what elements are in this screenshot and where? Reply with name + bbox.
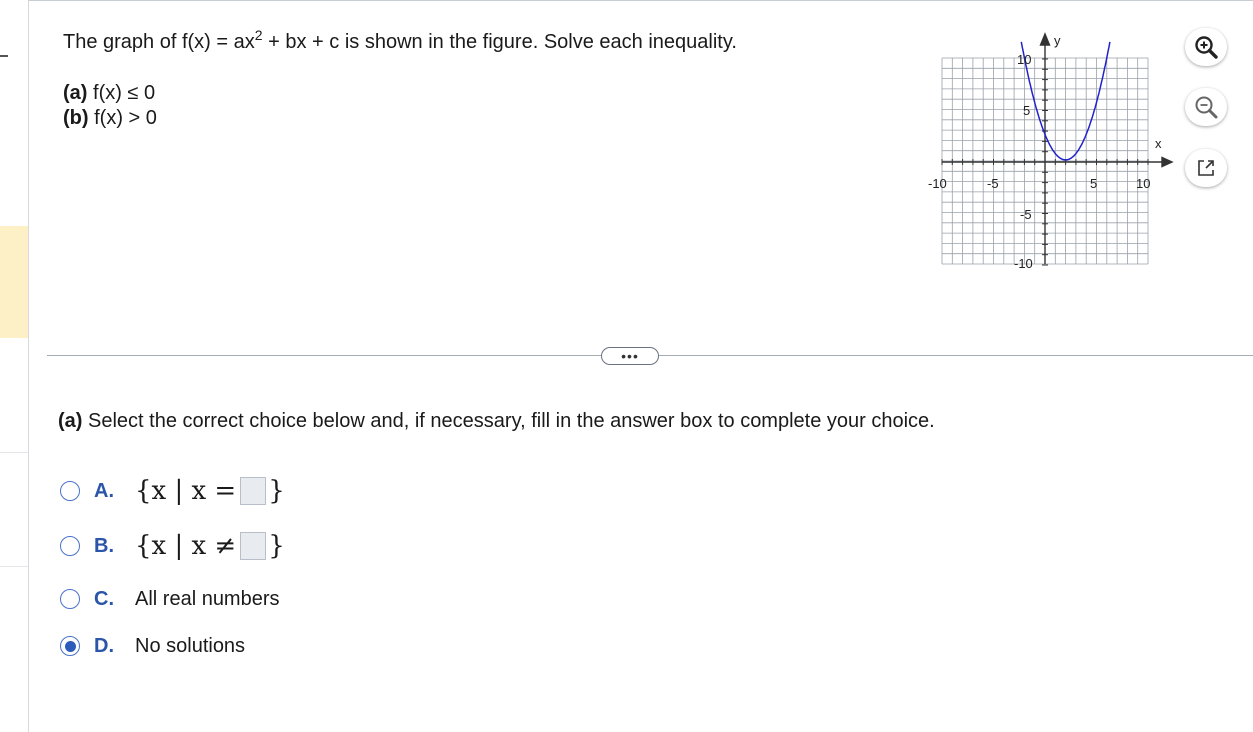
- choice-text: All real numbers: [135, 587, 280, 610]
- question-intro: The graph of f(x) = ax: [63, 31, 255, 53]
- graph-svg: x y -10 -5 5 10 10 5 -5 -10: [928, 32, 1174, 271]
- y-tick-label: 10: [1017, 52, 1031, 67]
- choice-suffix: }: [268, 476, 285, 506]
- x-tick-label: 10: [1136, 176, 1150, 191]
- inequality-parts: (a) f(x) ≤ 0 (b) f(x) > 0: [63, 81, 157, 131]
- choice-suffix: }: [268, 531, 285, 561]
- exponent: 2: [254, 27, 263, 43]
- choice-text: No solutions: [135, 634, 246, 657]
- answer-box-a[interactable]: [240, 477, 267, 505]
- radio-button-b[interactable]: [60, 536, 80, 556]
- choice-letter: B.: [94, 534, 114, 557]
- gutter-highlight: [0, 226, 28, 338]
- popout-button[interactable]: [1185, 149, 1227, 187]
- section-label: (a): [58, 410, 83, 432]
- top-border: [0, 0, 1253, 1]
- gutter-separator: [0, 452, 28, 453]
- answer-box-b[interactable]: [240, 532, 267, 560]
- y-tick-label: -10: [1014, 256, 1033, 271]
- y-tick-label: -5: [1020, 207, 1032, 222]
- choice-letter: D.: [94, 634, 114, 657]
- part-a-label: (a): [63, 82, 88, 104]
- choice-b[interactable]: B. {x | x ≠ }: [60, 531, 285, 561]
- radio-button-d[interactable]: [60, 636, 80, 656]
- question-text: The graph of f(x) = ax2 + bx + c is show…: [63, 27, 737, 54]
- part-b: (b) f(x) > 0: [63, 106, 157, 131]
- choice-letter: A.: [94, 479, 114, 502]
- part-b-label: (b): [63, 107, 89, 129]
- y-tick-label: 5: [1023, 103, 1030, 118]
- instruction-text: (a) Select the correct choice below and,…: [58, 409, 935, 433]
- expand-button[interactable]: •••: [601, 347, 659, 365]
- zoom-in-button[interactable]: [1185, 28, 1227, 66]
- choice-c[interactable]: C. All real numbers: [60, 584, 280, 614]
- x-tick-label: -10: [928, 176, 947, 191]
- radio-button-a[interactable]: [60, 481, 80, 501]
- left-gutter: [0, 0, 29, 732]
- parabola-graph: x y -10 -5 5 10 10 5 -5 -10: [928, 30, 1178, 280]
- part-b-text: f(x) > 0: [88, 107, 157, 129]
- zoom-in-icon: [1195, 36, 1218, 59]
- choice-prefix: {x | x =: [135, 476, 237, 506]
- radio-button-c[interactable]: [60, 589, 80, 609]
- choice-d[interactable]: D. No solutions: [60, 631, 245, 661]
- x-axis-label: x: [1155, 136, 1162, 151]
- question-intro-rest: + bx + c is shown in the figure. Solve e…: [262, 31, 737, 53]
- choice-letter: C.: [94, 587, 114, 610]
- popout-icon: [1198, 160, 1214, 176]
- y-axis-label: y: [1054, 33, 1061, 48]
- zoom-out-button[interactable]: [1185, 88, 1227, 126]
- zoom-out-icon: [1195, 96, 1218, 119]
- gutter-separator: [0, 566, 28, 567]
- choice-expression: {x | x ≠ }: [135, 532, 285, 560]
- x-tick-label: 5: [1090, 176, 1097, 191]
- x-axis-arrow: [1161, 156, 1174, 168]
- choice-a[interactable]: A. {x | x = }: [60, 476, 285, 506]
- choice-prefix: {x | x ≠: [135, 531, 237, 561]
- part-a: (a) f(x) ≤ 0: [63, 81, 157, 106]
- instruction-body: Select the correct choice below and, if …: [82, 410, 935, 432]
- x-tick-label: -5: [987, 176, 999, 191]
- part-a-text: f(x) ≤ 0: [87, 82, 156, 104]
- y-axis-arrow: [1039, 32, 1051, 46]
- choice-expression: {x | x = }: [135, 477, 285, 505]
- gutter-marker: [0, 55, 8, 57]
